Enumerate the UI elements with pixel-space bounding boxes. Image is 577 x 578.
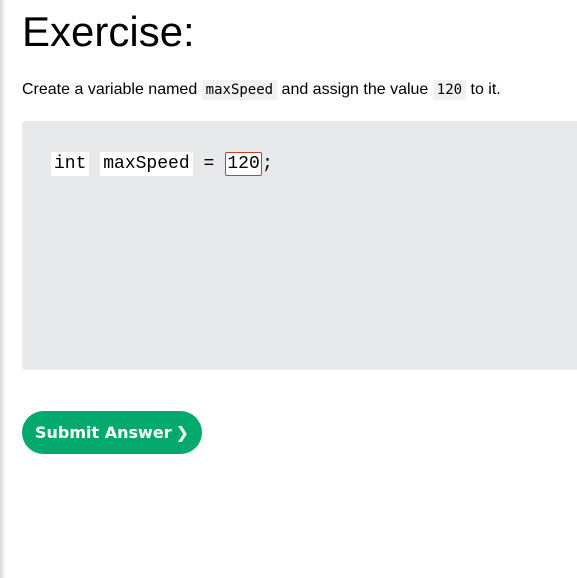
submit-button-label: Submit Answer (35, 423, 172, 442)
code-type-keyword: int (51, 152, 90, 176)
exercise-instruction: Create a variable named maxSpeed and ass… (22, 78, 501, 102)
code-semicolon: ; (262, 154, 273, 174)
code-editor-panel: int maxSpeed = ; (22, 121, 577, 370)
page-title: Exercise: (22, 8, 195, 55)
chevron-right-icon: ❯ (175, 423, 189, 442)
code-assign-operator: = (203, 154, 215, 174)
instruction-text-middle: and assign the value (277, 81, 433, 98)
instruction-code-variable: maxSpeed (201, 80, 278, 100)
code-variable-name: maxSpeed (100, 152, 193, 176)
submit-answer-button[interactable]: Submit Answer ❯ (22, 411, 202, 454)
code-line: int maxSpeed = ; (51, 152, 273, 176)
instruction-code-value: 120 (432, 80, 467, 100)
instruction-text-before: Create a variable named (22, 81, 202, 98)
instruction-text-after: to it. (466, 81, 501, 98)
answer-input[interactable] (225, 152, 263, 176)
left-edge-shadow (0, 0, 6, 578)
